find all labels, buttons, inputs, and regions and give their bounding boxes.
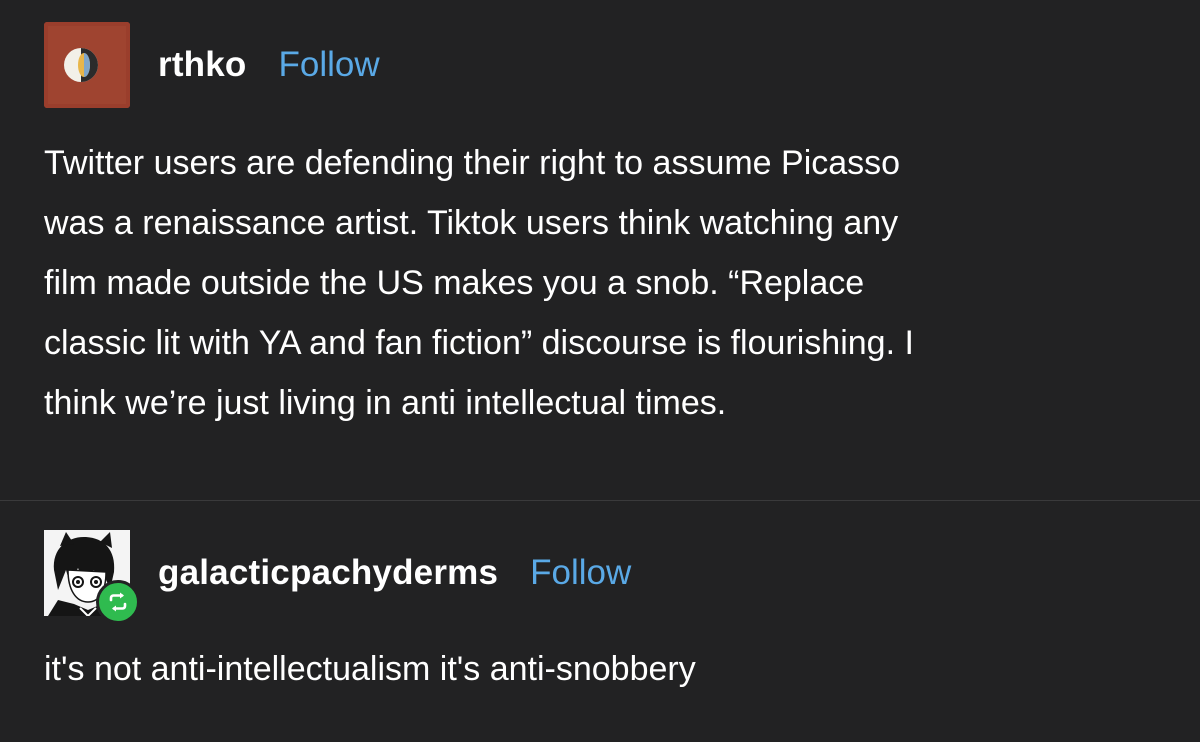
reblog-badge [96, 580, 140, 624]
follow-button[interactable]: Follow [530, 553, 631, 593]
post-body-line: Twitter users are defending their right … [44, 144, 901, 182]
post-body: Twitter users are defending their right … [44, 133, 1154, 433]
username[interactable]: rthko [158, 45, 247, 85]
abstract-circle-painting-icon [44, 22, 130, 108]
original-post: rthko Follow Twitter users are defending… [0, 0, 1200, 500]
follow-button[interactable]: Follow [279, 45, 380, 85]
post-header: rthko Follow [44, 22, 380, 108]
post-body-line: film made outside the US makes you a sno… [44, 264, 865, 302]
post-body-line: think we’re just living in anti intellec… [44, 384, 727, 422]
avatar[interactable] [44, 530, 140, 624]
username[interactable]: galacticpachyderms [158, 553, 498, 593]
avatar[interactable] [44, 22, 130, 108]
post-body: it's not anti-intellectualism it's anti-… [44, 650, 696, 688]
reblog-comment: galacticpachyderms Follow it's not anti-… [0, 501, 1200, 742]
post-header: galacticpachyderms Follow [44, 530, 631, 624]
post-body-line: was a renaissance artist. Tiktok users t… [44, 204, 899, 242]
reblog-icon [109, 592, 127, 612]
post-body-line: classic lit with YA and fan fiction” dis… [44, 324, 914, 362]
